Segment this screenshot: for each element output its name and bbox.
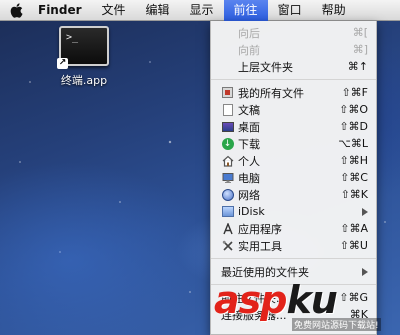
alias-arrow-icon: ↗ bbox=[57, 58, 68, 69]
home-icon bbox=[221, 154, 234, 167]
menu-item-shortcut: ⇧⌘D bbox=[339, 120, 368, 133]
submenu-arrow-icon bbox=[362, 267, 368, 276]
menu-help[interactable]: 帮助 bbox=[312, 0, 356, 21]
terminal-desktop-icon[interactable]: >_ ↗ 终端.app bbox=[56, 26, 112, 88]
menu-item-shortcut: ⇧⌘O bbox=[339, 103, 368, 116]
menu-item-label: 电脑 bbox=[238, 171, 260, 185]
menu-separator bbox=[211, 284, 376, 285]
menu-item-shortcut: ⇧⌘A bbox=[340, 222, 368, 235]
menu-bar: Finder 文件 编辑 显示 前往 窗口 帮助 bbox=[0, 0, 400, 21]
menu-item-shortcut: ⇧⌘C bbox=[340, 171, 368, 184]
menu-edit[interactable]: 编辑 bbox=[136, 0, 180, 21]
menu-item-label: 上层文件夹 bbox=[238, 60, 293, 74]
menu-item-forward[interactable]: 向前 ⌘] bbox=[211, 41, 376, 58]
menu-item-label: 前往文件夹... bbox=[221, 291, 287, 305]
go-menu: 向后 ⌘[ 向前 ⌘] 上层文件夹 ⌘↑ 我的所有文件 ⇧⌘F 文稿 ⇧⌘O 桌… bbox=[210, 21, 377, 335]
menu-file[interactable]: 文件 bbox=[92, 0, 136, 21]
menu-item-label: 应用程序 bbox=[238, 222, 282, 236]
menu-item-shortcut: ⇧⌘K bbox=[340, 188, 368, 201]
menu-item-applications[interactable]: 应用程序 ⇧⌘A bbox=[211, 220, 376, 237]
menu-item-shortcut: ⇧⌘U bbox=[339, 239, 368, 252]
applications-icon bbox=[221, 222, 234, 235]
menu-item-shortcut: ⇧⌘H bbox=[339, 154, 369, 167]
menu-item-label: 文稿 bbox=[238, 103, 260, 117]
menu-item-label: 向前 bbox=[238, 43, 260, 57]
menu-item-label: 下载 bbox=[238, 137, 260, 151]
menu-item-enclosing-folder[interactable]: 上层文件夹 ⌘↑ bbox=[211, 58, 376, 75]
menu-finder[interactable]: Finder bbox=[34, 0, 92, 21]
apple-icon[interactable] bbox=[10, 2, 24, 18]
menu-item-home[interactable]: 个人 ⇧⌘H bbox=[211, 152, 376, 169]
menu-item-shortcut: ⌥⌘L bbox=[338, 137, 368, 150]
menu-item-label: 我的所有文件 bbox=[238, 86, 304, 100]
menu-item-connect-server[interactable]: 连接服务器... ⌘K bbox=[211, 306, 376, 323]
terminal-label: 终端.app bbox=[60, 74, 108, 87]
menu-item-back[interactable]: 向后 ⌘[ bbox=[211, 24, 376, 41]
network-icon bbox=[221, 188, 234, 201]
menu-item-network[interactable]: 网络 ⇧⌘K bbox=[211, 186, 376, 203]
terminal-prompt: >_ bbox=[66, 32, 79, 43]
menu-item-shortcut: ⇧⌘G bbox=[339, 291, 368, 304]
submenu-arrow-icon bbox=[362, 207, 368, 216]
menu-item-label: 桌面 bbox=[238, 120, 260, 134]
menu-item-label: 实用工具 bbox=[238, 239, 282, 253]
menu-item-shortcut: ⌘] bbox=[352, 43, 368, 56]
menu-item-label: 最近使用的文件夹 bbox=[221, 265, 309, 279]
computer-icon bbox=[221, 171, 234, 184]
menu-item-label: iDisk bbox=[238, 205, 265, 218]
menu-item-idisk[interactable]: iDisk bbox=[211, 203, 376, 220]
menu-go[interactable]: 前往 bbox=[223, 0, 268, 21]
menu-item-label: 连接服务器... bbox=[221, 308, 287, 322]
menu-item-shortcut: ⌘[ bbox=[352, 26, 368, 39]
menu-item-go-to-folder[interactable]: 前往文件夹... ⇧⌘G bbox=[211, 289, 376, 306]
menu-item-shortcut: ⌘↑ bbox=[347, 60, 368, 73]
all-files-icon bbox=[221, 86, 234, 99]
desktop-icon bbox=[221, 120, 234, 133]
menu-item-shortcut: ⌘K bbox=[349, 308, 368, 321]
menu-view[interactable]: 显示 bbox=[180, 0, 224, 21]
menu-item-documents[interactable]: 文稿 ⇧⌘O bbox=[211, 101, 376, 118]
menu-item-downloads[interactable]: ↓ 下载 ⌥⌘L bbox=[211, 135, 376, 152]
idisk-icon bbox=[221, 205, 234, 218]
utilities-icon bbox=[221, 239, 234, 252]
menu-item-utilities[interactable]: 实用工具 ⇧⌘U bbox=[211, 237, 376, 254]
menu-separator bbox=[211, 258, 376, 259]
menu-item-computer[interactable]: 电脑 ⇧⌘C bbox=[211, 169, 376, 186]
menu-separator bbox=[211, 79, 376, 80]
menu-item-desktop[interactable]: 桌面 ⇧⌘D bbox=[211, 118, 376, 135]
download-icon: ↓ bbox=[221, 137, 234, 150]
terminal-app-icon: >_ ↗ bbox=[57, 26, 109, 69]
menu-window[interactable]: 窗口 bbox=[268, 0, 312, 21]
menu-item-all-my-files[interactable]: 我的所有文件 ⇧⌘F bbox=[211, 84, 376, 101]
menu-item-shortcut: ⇧⌘F bbox=[341, 86, 368, 99]
menu-item-label: 个人 bbox=[238, 154, 260, 168]
menu-item-label: 向后 bbox=[238, 26, 260, 40]
menu-item-recent-folders[interactable]: 最近使用的文件夹 bbox=[211, 263, 376, 280]
documents-icon bbox=[221, 103, 234, 116]
menu-item-label: 网络 bbox=[238, 188, 260, 202]
